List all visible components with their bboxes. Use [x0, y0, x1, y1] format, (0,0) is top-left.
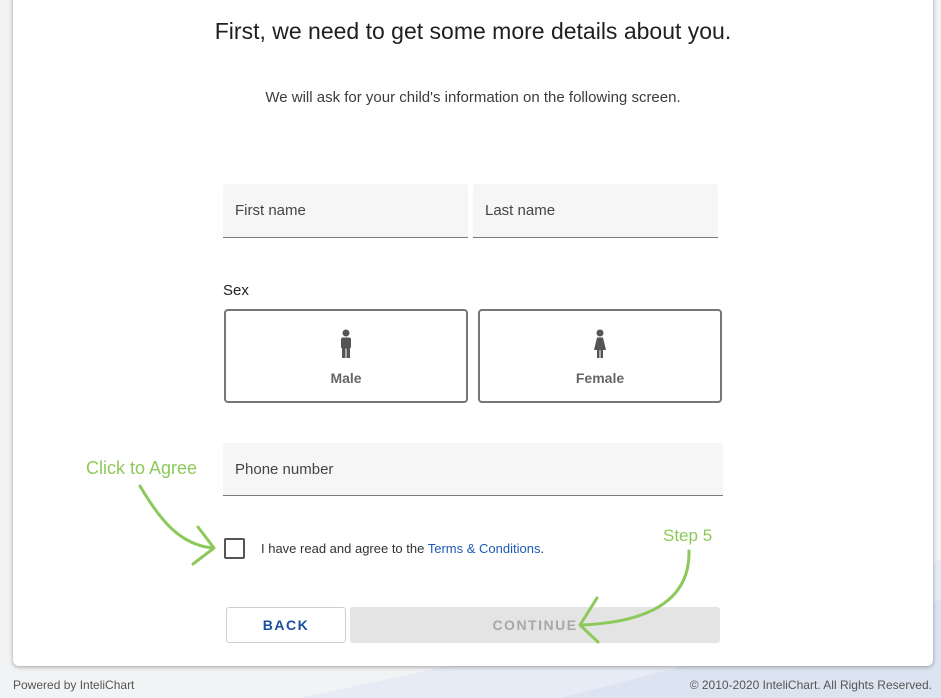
annotation-arrow-icon	[138, 484, 691, 644]
